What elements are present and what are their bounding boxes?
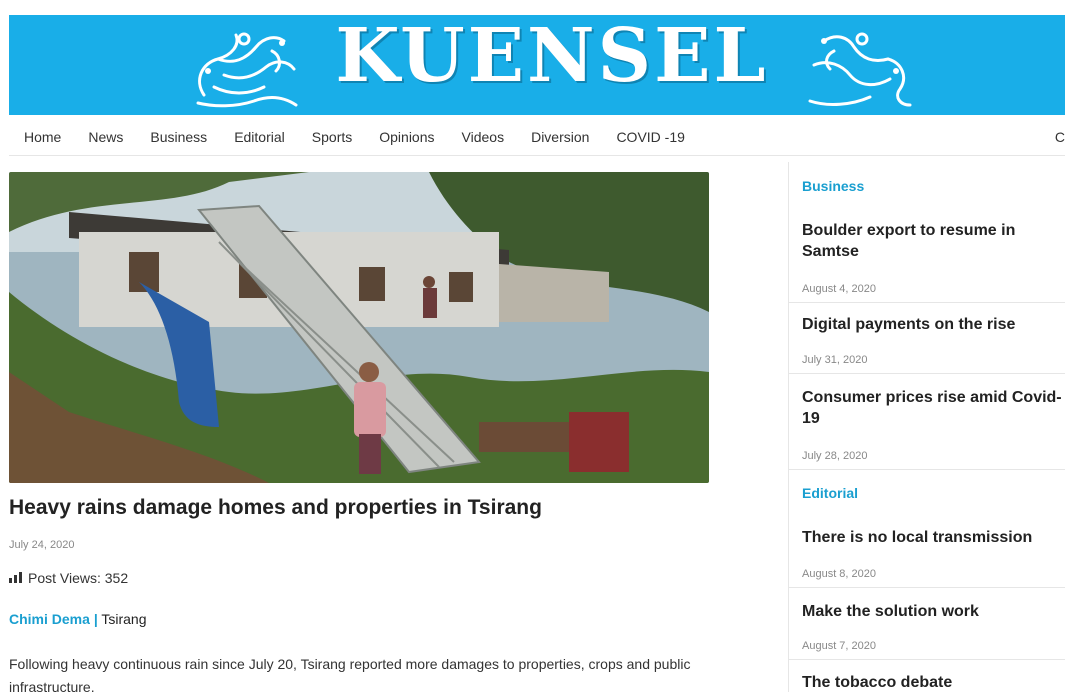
site-header-banner: KUENSEL	[9, 15, 1065, 115]
sidebar-story-date: July 28, 2020	[802, 450, 868, 462]
nav-item-business[interactable]: Business	[150, 129, 207, 145]
sidebar: Business Boulder export to resume in Sam…	[788, 162, 1065, 692]
article-body: Following heavy continuous rain since Ju…	[9, 656, 691, 692]
site-logo[interactable]: KUENSEL	[184, 15, 924, 113]
site-wordmark: KUENSEL	[335, 15, 769, 99]
bar-chart-icon	[9, 572, 22, 583]
damaged-house-photo	[9, 172, 709, 483]
sidebar-story-date: August 7, 2020	[802, 640, 877, 652]
sidebar-divider	[789, 587, 1065, 588]
sidebar-story-title[interactable]: Consumer prices rise amid Covid-19	[802, 387, 1065, 429]
sidebar-story-title[interactable]: Boulder export to resume in Samtse	[802, 220, 1065, 262]
dragon-left-icon	[196, 32, 298, 108]
post-views-label: Post Views: 352	[28, 570, 129, 586]
nav-item-overflow[interactable]: C	[1055, 129, 1065, 145]
nav-item-sports[interactable]: Sports	[312, 129, 352, 145]
sidebar-divider	[789, 659, 1065, 660]
sidebar-story-title[interactable]: Digital payments on the rise	[802, 314, 1065, 335]
sidebar-story-date: August 8, 2020	[802, 568, 877, 580]
nav-item-diversion[interactable]: Diversion	[531, 129, 589, 145]
sidebar-story-title[interactable]: There is no local transmission	[802, 527, 1065, 548]
nav-item-covid-19[interactable]: COVID -19	[616, 129, 684, 145]
author-link[interactable]: Chimi Dema	[9, 611, 90, 627]
byline: Chimi Dema | Tsirang	[9, 611, 147, 627]
byline-separator: |	[93, 611, 98, 627]
post-views: Post Views: 352	[9, 570, 128, 586]
sidebar-divider	[789, 302, 1065, 303]
byline-location: Tsirang	[101, 611, 147, 627]
main-nav: Home News Business Editorial Sports Opin…	[9, 118, 1065, 156]
nav-item-editorial[interactable]: Editorial	[234, 129, 285, 145]
sidebar-heading-editorial[interactable]: Editorial	[802, 485, 858, 501]
sidebar-story-date: July 31, 2020	[802, 354, 868, 366]
dragon-right-icon	[808, 32, 912, 107]
nav-item-opinions[interactable]: Opinions	[379, 129, 434, 145]
nav-item-videos[interactable]: Videos	[462, 129, 505, 145]
article-date: July 24, 2020	[9, 539, 75, 551]
sidebar-divider	[789, 469, 1065, 470]
sidebar-story-title[interactable]: Make the solution work	[802, 601, 1065, 622]
sidebar-divider	[789, 373, 1065, 374]
nav-item-home[interactable]: Home	[24, 129, 61, 145]
article-hero-image[interactable]	[9, 172, 709, 483]
sidebar-story-title[interactable]: The tobacco debate	[802, 672, 1065, 692]
nav-item-news[interactable]: News	[88, 129, 123, 145]
sidebar-heading-business[interactable]: Business	[802, 178, 864, 194]
article-title[interactable]: Heavy rains damage homes and properties …	[9, 496, 542, 520]
sidebar-story-date: August 4, 2020	[802, 283, 877, 295]
